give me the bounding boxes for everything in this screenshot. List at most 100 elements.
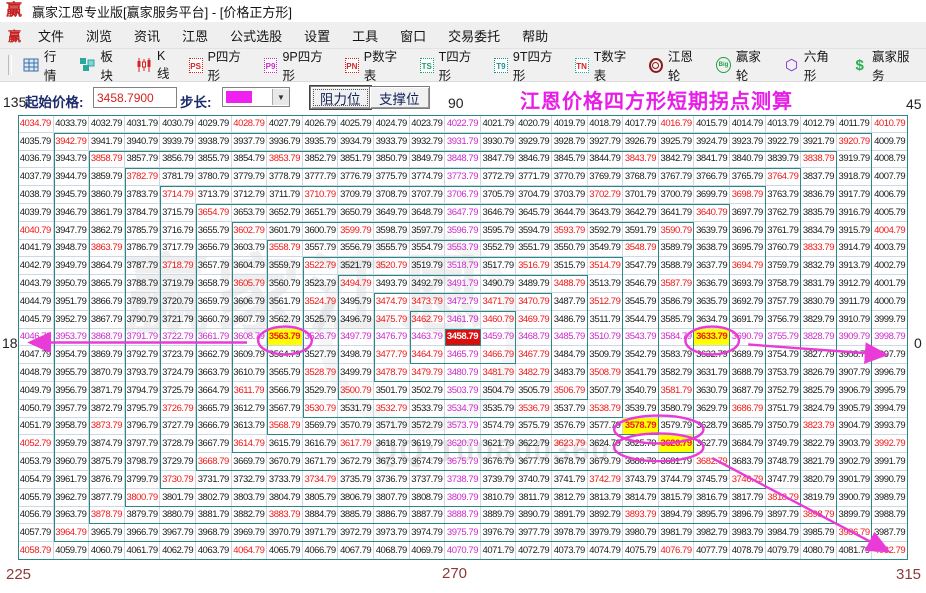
赢家服务-icon: $ — [855, 56, 864, 74]
menu-item-浏览[interactable]: 浏览 — [75, 26, 123, 45]
price-cell: 3819.79 — [801, 488, 837, 507]
price-cell: 3470.79 — [516, 292, 552, 311]
menu-item-帮助[interactable]: 帮助 — [511, 26, 559, 45]
support-button[interactable]: 支撑位 — [369, 86, 430, 109]
price-cell: 3661.79 — [195, 328, 232, 347]
price-cell: 3861.79 — [89, 203, 125, 222]
menu-item-文件[interactable]: 文件 — [27, 26, 75, 45]
toolbar-label: 板块 — [100, 50, 113, 83]
price-cell: 3992.79 — [872, 435, 908, 454]
toolbar-button-T数字表[interactable]: TN T数字表 — [569, 44, 643, 86]
price-cell: 3572.79 — [409, 417, 446, 436]
resistance-button[interactable]: 阻力位 — [309, 85, 372, 110]
price-cell: 3809.79 — [445, 488, 481, 507]
toolbar-button-P数字表[interactable]: PN P数字表 — [339, 44, 414, 86]
price-cell: 3472.79 — [445, 292, 481, 311]
price-cell: 3848.79 — [445, 150, 481, 169]
price-cell: 4043.79 — [18, 275, 54, 293]
toolbar-button-板块[interactable]: 板块 — [73, 44, 130, 86]
menu-item-资讯[interactable]: 资讯 — [123, 26, 171, 45]
price-cell: 3529.79 — [302, 381, 339, 400]
price-cell: 3611.79 — [231, 381, 268, 400]
price-cell: 3843.79 — [623, 150, 659, 169]
price-cell: 3884.79 — [302, 506, 339, 525]
price-cell: 3949.79 — [53, 257, 90, 276]
price-cell: 3923.79 — [729, 132, 766, 151]
toolbar-button-T四方形[interactable]: TS T四方形 — [414, 44, 488, 86]
price-cell: 3635.79 — [694, 292, 730, 311]
price-cell: 3668.79 — [195, 453, 232, 471]
price-cell: 3794.79 — [124, 381, 161, 400]
price-cell: 3946.79 — [53, 203, 90, 222]
price-cell: 3775.79 — [373, 168, 410, 187]
toolbar-button-江恩轮[interactable]: 江恩轮 — [643, 44, 710, 86]
price-cell: 4067.79 — [338, 542, 374, 560]
price-cell: 3887.79 — [409, 506, 446, 525]
toolbar-button-9P四方形[interactable]: P9 9P四方形 — [258, 44, 339, 86]
price-cell: 3604.79 — [231, 257, 268, 276]
price-cell: 3613.79 — [231, 417, 268, 436]
price-cell: 4061.79 — [124, 542, 161, 560]
price-cell: 3908.79 — [836, 346, 873, 365]
price-cell: 3845.79 — [551, 150, 588, 169]
price-cell: 3999.79 — [872, 310, 908, 329]
price-cell: 3672.79 — [338, 453, 374, 471]
toolbar-button-9T四方形[interactable]: T9 9T四方形 — [488, 44, 569, 86]
toolbar-label: 赢家轮 — [735, 50, 761, 83]
toolbar-button-赢家轮[interactable]: Big 赢家轮 — [710, 44, 778, 86]
price-cell: 3590.79 — [658, 221, 695, 240]
price-cell: 3582.79 — [658, 364, 695, 382]
price-cell: 3662.79 — [195, 346, 232, 365]
toolbar-button-六角形[interactable]: ⬡ 六角形 — [778, 44, 846, 86]
menu-item-窗口[interactable]: 窗口 — [389, 26, 437, 45]
price-cell: 3807.79 — [373, 488, 410, 507]
price-cell: 4010.79 — [872, 115, 908, 133]
price-cell: 3622.79 — [516, 435, 552, 454]
price-cell: 3498.79 — [338, 346, 374, 365]
price-cell: 4025.79 — [338, 115, 374, 133]
price-cell: 3895.79 — [694, 506, 730, 525]
price-cell: 3712.79 — [231, 186, 268, 204]
price-cell: 3599.79 — [338, 221, 374, 240]
price-cell: 3505.79 — [516, 381, 552, 400]
price-cell: 3852.79 — [302, 150, 339, 169]
toolbar-button-K线[interactable]: K线 — [130, 47, 183, 84]
price-cell: 4014.79 — [729, 115, 766, 133]
price-cell: 4055.79 — [18, 488, 54, 507]
toolbar-label: 赢家服务 — [872, 50, 910, 83]
menu-item-公式选股[interactable]: 公式选股 — [219, 26, 293, 45]
step-color-combobox[interactable]: ▼ — [222, 87, 290, 107]
price-cell: 3506.79 — [551, 381, 588, 400]
price-cell: 3600.79 — [302, 221, 339, 240]
price-cell: 4007.79 — [872, 168, 908, 187]
toolbar-button-行情[interactable]: 行情 — [17, 44, 74, 86]
price-cell: 3955.79 — [53, 364, 90, 382]
price-cell: 3910.79 — [836, 310, 873, 329]
price-cell: 3830.79 — [801, 292, 837, 311]
price-cell: 3758.79 — [765, 275, 802, 293]
price-grid: 4034.79 4033.79 4032.79 4031.79 4030.79 4029.… — [18, 115, 908, 560]
price-cell: 3921.79 — [801, 132, 837, 151]
price-cell: 3525.79 — [302, 310, 339, 329]
toolbar-button-P四方形[interactable]: PS P四方形 — [183, 44, 258, 86]
price-cell: 3941.79 — [89, 132, 125, 151]
price-cell: 4028.79 — [231, 115, 268, 133]
price-cell: 3477.79 — [373, 346, 410, 365]
menu-item-设置[interactable]: 设置 — [293, 26, 341, 45]
toolbar-button-赢家服务[interactable]: $ 赢家服务 — [846, 44, 926, 86]
price-cell: 3625.79 — [623, 435, 659, 454]
price-cell: 3528.79 — [302, 364, 339, 382]
price-cell: 3931.79 — [445, 132, 481, 151]
menu-item-工具[interactable]: 工具 — [341, 26, 389, 45]
price-cell: 3902.79 — [836, 453, 873, 471]
price-cell: 3944.79 — [53, 168, 90, 187]
menu-item-交易委托[interactable]: 交易委托 — [437, 26, 511, 45]
price-cell: 3719.79 — [160, 275, 196, 293]
price-cell: 3966.79 — [124, 524, 161, 543]
price-cell: 3640.79 — [694, 203, 730, 222]
price-cell: 3954.79 — [53, 346, 90, 365]
price-cell: 3802.79 — [195, 488, 232, 507]
start-price-input[interactable] — [93, 87, 177, 108]
chevron-down-icon[interactable]: ▼ — [272, 89, 289, 105]
menu-item-江恩[interactable]: 江恩 — [171, 26, 219, 45]
